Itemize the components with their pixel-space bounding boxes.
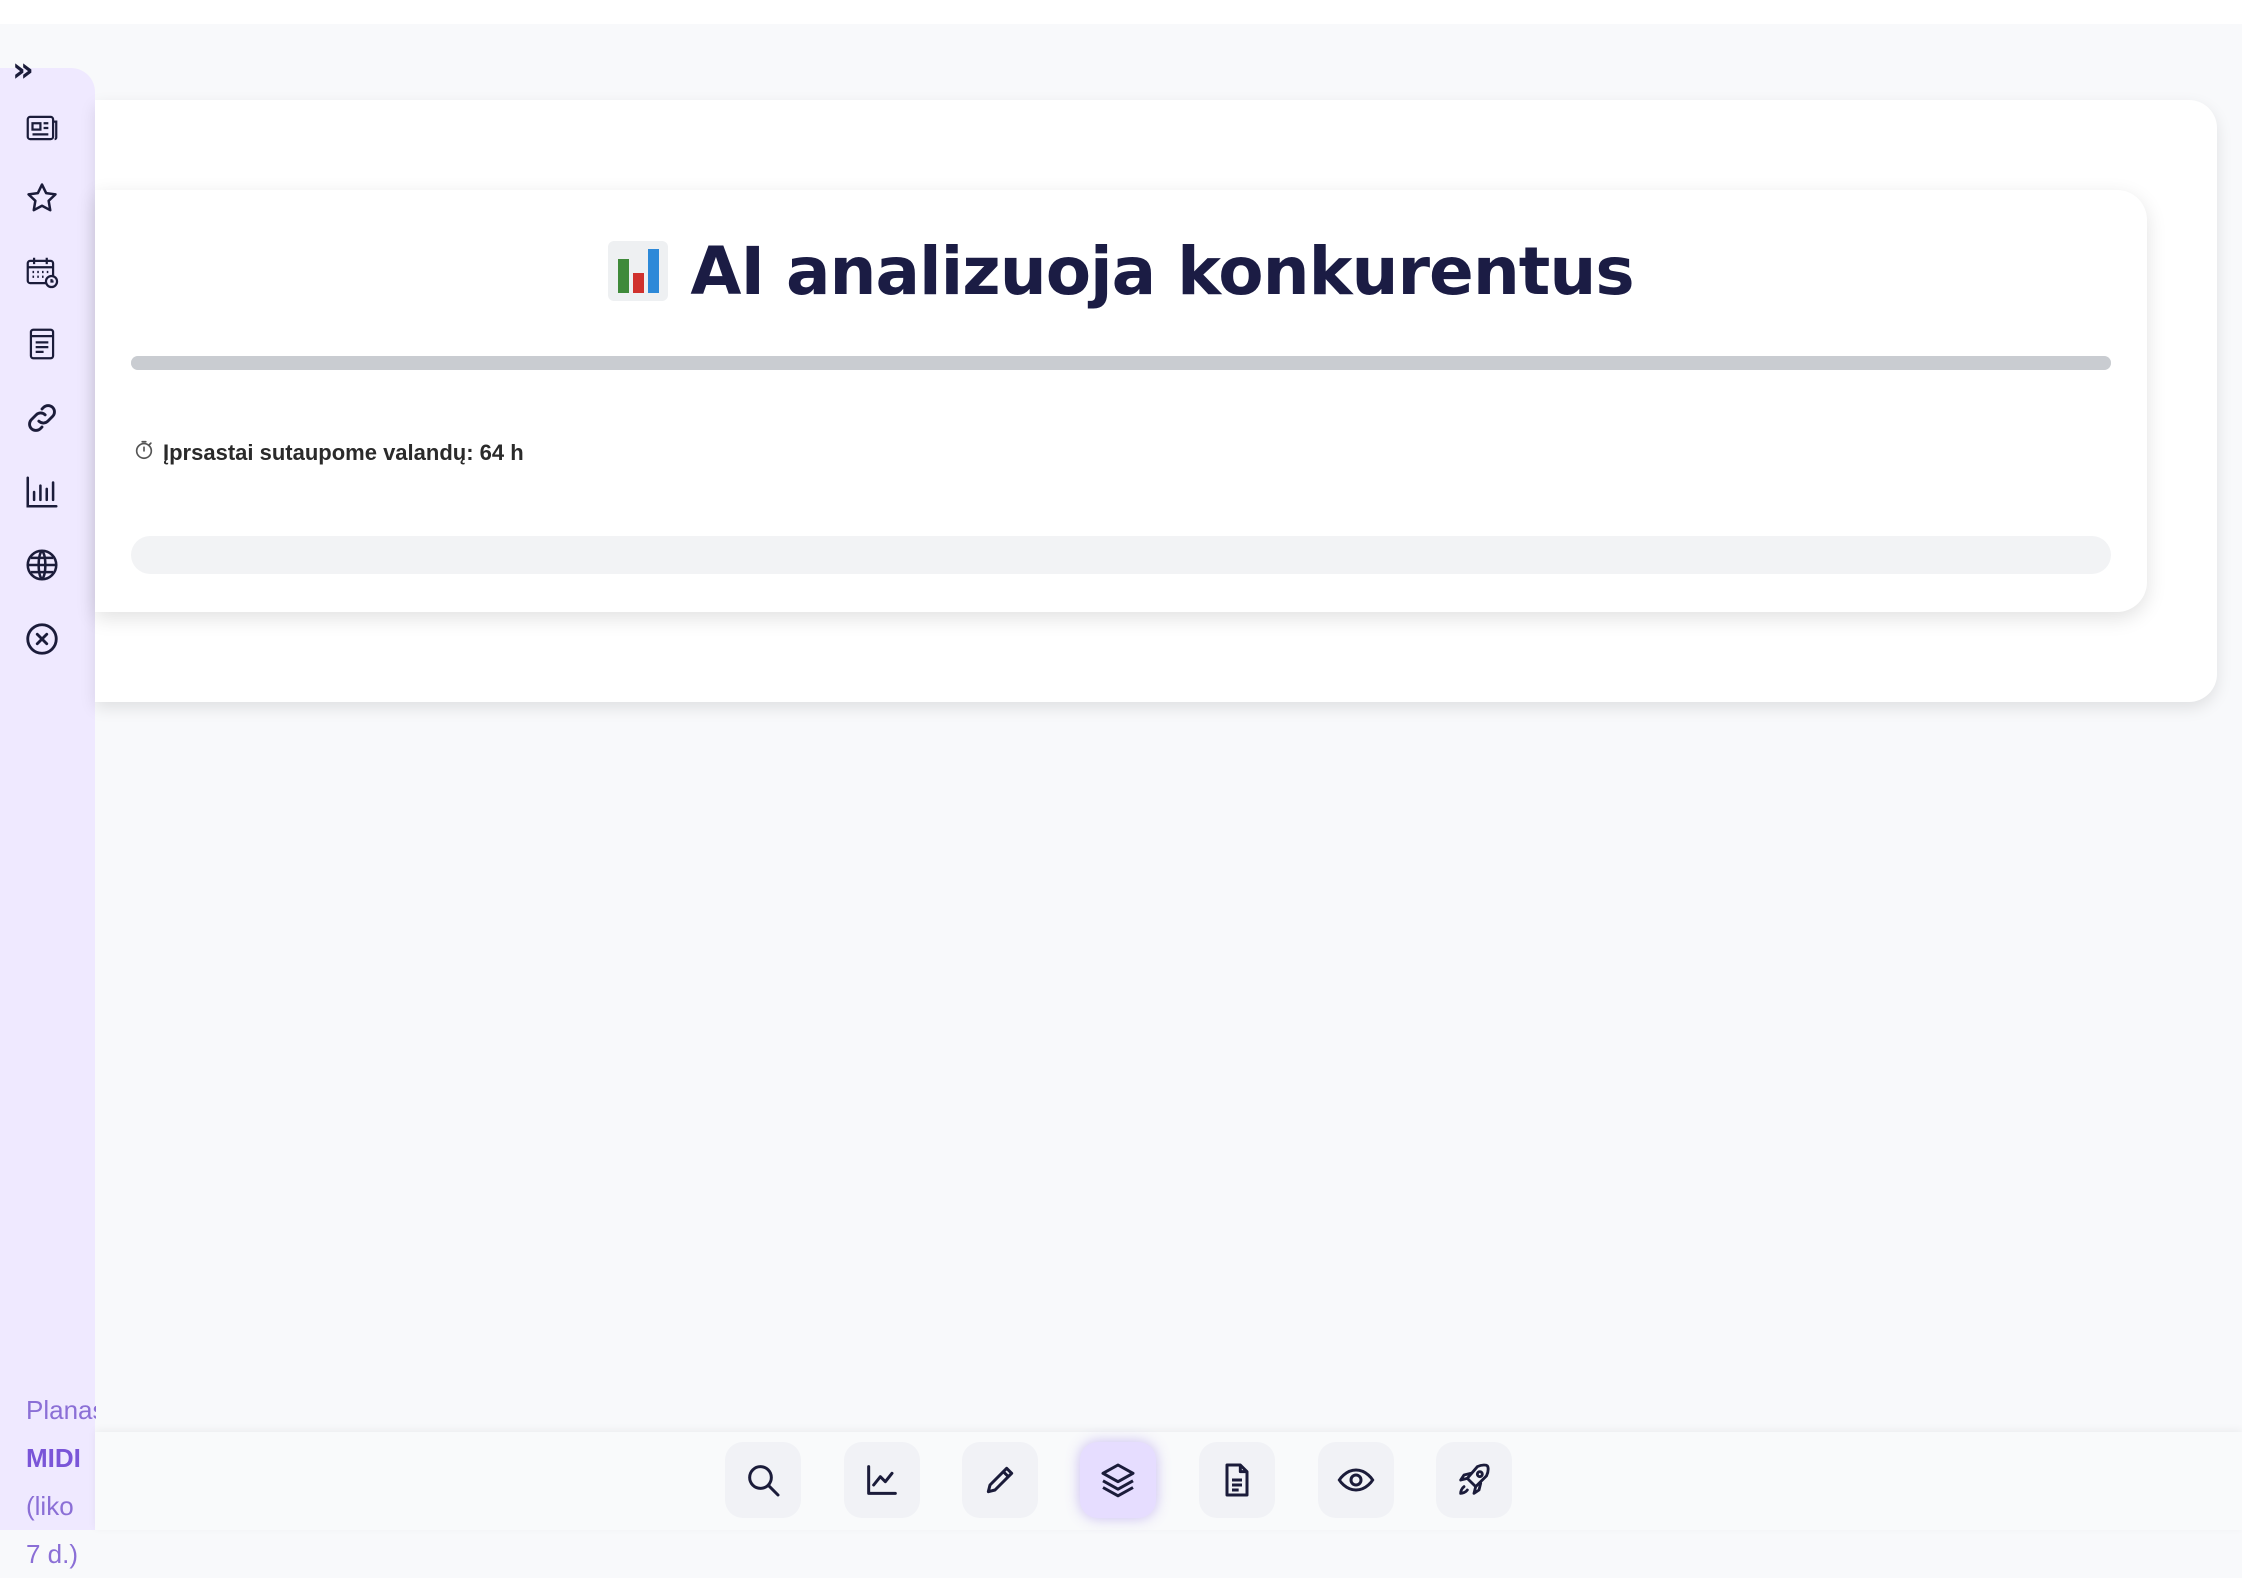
layers-button[interactable] <box>1080 1442 1156 1518</box>
top-strip <box>0 0 2242 24</box>
pencil-icon <box>986 1466 1014 1494</box>
page-title: AI analizuoja konkurentus <box>690 232 1634 310</box>
status-bar <box>131 536 2111 574</box>
line-chart-icon <box>867 1465 897 1495</box>
plan-label: Planas <box>26 1395 96 1425</box>
preview-button[interactable] <box>1318 1442 1394 1518</box>
calendar-clock-icon[interactable] <box>22 252 62 292</box>
document-button[interactable] <box>1199 1442 1275 1518</box>
eye-icon <box>1337 1468 1375 1492</box>
document-icon <box>1225 1463 1249 1497</box>
progress-bar <box>131 356 2111 370</box>
stopwatch-icon <box>133 439 155 467</box>
analytics-button[interactable] <box>844 1442 920 1518</box>
bar-chart-icon[interactable] <box>22 472 62 512</box>
bottom-toolbar <box>95 1432 2242 1530</box>
plan-remaining-open: (liko <box>26 1491 74 1521</box>
close-circle-icon[interactable] <box>22 619 62 659</box>
expand-sidebar-button[interactable]: » <box>12 52 40 88</box>
launch-button[interactable] <box>1436 1442 1512 1518</box>
globe-icon[interactable] <box>22 545 62 585</box>
link-icon[interactable] <box>22 398 62 438</box>
edit-button[interactable] <box>962 1442 1038 1518</box>
newspaper-icon[interactable] <box>22 108 62 148</box>
notepad-icon[interactable] <box>22 324 62 364</box>
plan-remaining-days: 7 d.) <box>26 1539 79 1569</box>
saved-hours-text: Įprsastai sutaupome valandų: 64 h <box>163 440 524 465</box>
rocket-icon <box>1459 1463 1490 1495</box>
search-button[interactable] <box>725 1442 801 1518</box>
analysis-card: AI analizuoja konkurentus Įprsastai suta… <box>95 190 2147 612</box>
progress-fill <box>131 356 2111 370</box>
bar-chart-emoji-icon <box>608 241 669 301</box>
saved-hours-line: Įprsastai sutaupome valandų: 64 h <box>133 438 524 468</box>
search-icon <box>748 1465 780 1497</box>
plan-info: Planas MIDI (liko 7 d.) <box>26 1386 96 1578</box>
plan-name: MIDI <box>26 1443 81 1473</box>
sidebar: Planas MIDI (liko 7 d.) <box>0 68 96 1569</box>
title-row: AI analizuoja konkurentus <box>95 226 2147 316</box>
layers-icon <box>1101 1463 1135 1498</box>
star-icon[interactable] <box>22 178 62 218</box>
